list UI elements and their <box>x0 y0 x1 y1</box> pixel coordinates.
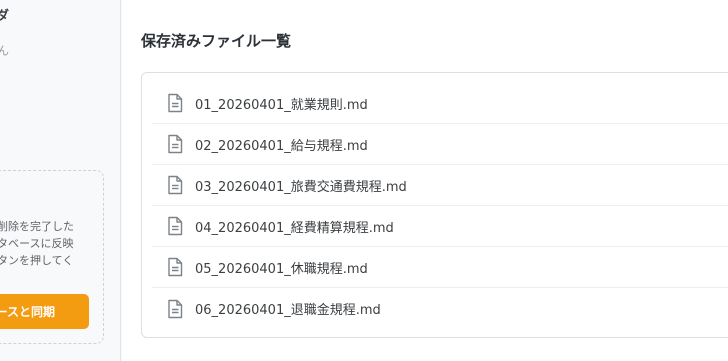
file-name: 03_20260401_旅費交通費規程.md <box>195 179 407 195</box>
file-name: 04_20260401_経費精算規程.md <box>195 220 394 236</box>
file-list-item[interactable]: 01_20260401_就業規則.md <box>152 83 728 124</box>
file-list-panel: 01_20260401_就業規則.md 02_20260401_給与規程.md <box>141 72 728 338</box>
main-content: 保存済みファイル一覧 01_20260401_就業規則.md 02_202604… <box>122 0 728 361</box>
sync-description-line: タベースに反映 <box>0 237 74 250</box>
document-icon <box>168 299 183 318</box>
file-list-item[interactable]: 04_20260401_経費精算規程.md <box>152 206 728 247</box>
sync-description-line: 削除を完了した <box>0 220 74 233</box>
document-icon <box>168 257 183 277</box>
file-name: 06_20260401_退職金規程.md <box>195 303 381 318</box>
sidebar-empty-message: せん <box>0 42 9 59</box>
file-name: 05_20260401_休職規程.md <box>195 261 368 277</box>
file-name: 01_20260401_就業規則.md <box>195 97 368 113</box>
sync-description-line: タンを押してく <box>0 254 74 267</box>
file-list-item[interactable]: 05_20260401_休職規程.md <box>152 247 728 288</box>
file-list-item[interactable]: 02_20260401_給与規程.md <box>152 124 728 165</box>
sync-database-button[interactable]: ースと同期 <box>0 294 89 329</box>
document-icon <box>168 134 183 154</box>
app-window: ルダ せん 削除を完了した タベースに反映 タンを押してく ースと同期 保存済み… <box>0 0 728 361</box>
page-title: 保存済みファイル一覧 <box>141 32 292 50</box>
file-list: 01_20260401_就業規則.md 02_20260401_給与規程.md <box>152 83 728 329</box>
file-list-item[interactable]: 03_20260401_旅費交通費規程.md <box>152 165 728 206</box>
document-icon <box>168 175 183 195</box>
sidebar-folder-heading: ルダ <box>0 5 9 24</box>
file-list-item[interactable]: 06_20260401_退職金規程.md <box>152 288 728 329</box>
sidebar: ルダ せん 削除を完了した タベースに反映 タンを押してく ースと同期 <box>0 0 121 361</box>
document-icon <box>168 93 183 113</box>
file-name: 02_20260401_給与規程.md <box>195 138 368 154</box>
document-icon <box>168 216 183 236</box>
sync-description: 削除を完了した タベースに反映 タンを押してく <box>0 218 117 269</box>
